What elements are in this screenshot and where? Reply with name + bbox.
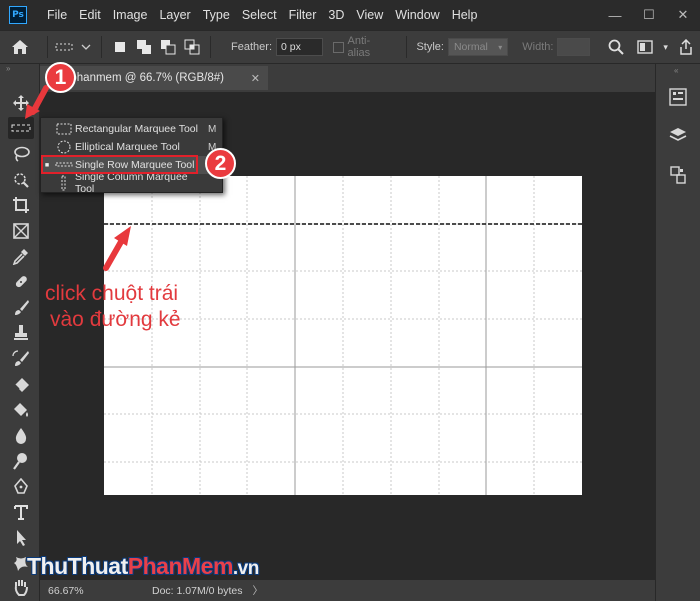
watermark-logo: ThuThuatPhanMem.vn — [27, 553, 259, 580]
arrow-to-selection-line — [103, 237, 125, 271]
watermark-part: Thu — [27, 553, 68, 579]
instruction-line-2: vào đường kẻ — [50, 308, 181, 331]
watermark-part: Mem — [182, 553, 233, 579]
watermark-part: Thuat — [67, 553, 129, 579]
instruction-text: click chuột trái vào đường kẻ — [45, 281, 220, 333]
instruction-line-1: click chuột trái — [45, 282, 179, 305]
step-badge-1: 1 — [45, 62, 76, 93]
watermark-part: Phan — [127, 553, 183, 579]
watermark-part: .vn — [232, 558, 259, 579]
step-badge-2: 2 — [205, 148, 236, 179]
